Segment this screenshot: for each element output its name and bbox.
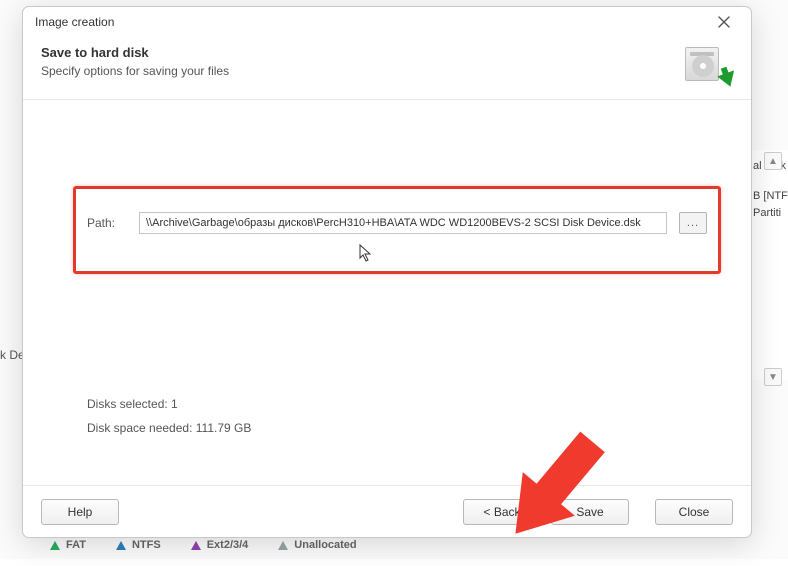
- scroll-down-button[interactable]: ▼: [764, 368, 782, 386]
- close-icon[interactable]: [709, 10, 739, 34]
- save-to-disk-icon: [685, 45, 733, 85]
- path-label: Path:: [87, 216, 127, 230]
- dialog-header: Save to hard disk Specify options for sa…: [23, 37, 751, 100]
- dialog-footer: Help < Back Save Close: [23, 485, 751, 537]
- triangle-icon: [191, 541, 201, 550]
- space-needed-line: Disk space needed: 111.79 GB: [87, 416, 251, 440]
- bg-right-text: Partiti: [753, 205, 784, 223]
- triangle-icon: [278, 541, 288, 550]
- legend-item: Unallocated: [278, 539, 356, 551]
- triangle-icon: [50, 541, 60, 550]
- summary-info: Disks selected: 1 Disk space needed: 111…: [87, 392, 251, 440]
- save-button[interactable]: Save: [551, 499, 629, 525]
- bg-right-text: B [NTFS: [753, 188, 784, 206]
- scroll-up-button[interactable]: ▲: [764, 152, 782, 170]
- path-row: Path: ...: [87, 212, 707, 234]
- legend-item: FAT: [50, 539, 86, 551]
- dialog-body: Path: ... Disks selected: 1 Disk space n…: [23, 100, 751, 485]
- dialog-title: Image creation: [35, 15, 114, 29]
- image-creation-dialog: Image creation Save to hard disk Specify…: [22, 6, 752, 538]
- bg-legend: FAT NTFS Ext2/3/4 Unallocated: [50, 539, 357, 551]
- close-button[interactable]: Close: [655, 499, 733, 525]
- bg-right-panel: al Disk B [NTFS Partiti: [748, 150, 788, 380]
- header-heading: Save to hard disk: [41, 45, 229, 60]
- path-input[interactable]: [139, 212, 667, 234]
- help-button[interactable]: Help: [41, 499, 119, 525]
- dialog-titlebar: Image creation: [23, 7, 751, 37]
- back-button[interactable]: < Back: [463, 499, 541, 525]
- browse-button[interactable]: ...: [679, 212, 707, 234]
- disks-selected-line: Disks selected: 1: [87, 392, 251, 416]
- legend-item: Ext2/3/4: [191, 539, 249, 551]
- triangle-icon: [116, 541, 126, 550]
- cursor-icon: [359, 244, 373, 265]
- header-subtitle: Specify options for saving your files: [41, 64, 229, 78]
- legend-item: NTFS: [116, 539, 161, 551]
